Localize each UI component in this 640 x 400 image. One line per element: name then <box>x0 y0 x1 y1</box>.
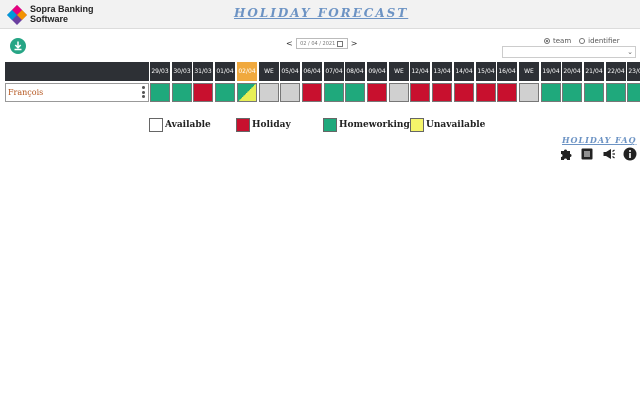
day-header: 19/04 <box>541 62 561 81</box>
sopra-logo-icon <box>7 5 27 25</box>
day-cell-holiday[interactable] <box>367 83 387 102</box>
day-header: WE <box>519 62 539 81</box>
day-cell-homeworking[interactable] <box>584 83 604 102</box>
day-cell-holiday[interactable] <box>432 83 452 102</box>
date-input[interactable]: 02 / 04 / 2021 <box>295 38 348 49</box>
more-options-icon[interactable] <box>142 86 145 100</box>
day-cell-homeworking[interactable] <box>324 83 344 102</box>
day-header: 30/03 <box>172 62 192 81</box>
day-header: WE <box>389 62 409 81</box>
legend-swatch <box>323 118 337 132</box>
next-week-button[interactable]: > <box>351 39 358 48</box>
employee-name: François <box>8 88 44 97</box>
info-icon[interactable] <box>623 147 637 161</box>
day-cell-homeworking[interactable] <box>541 83 561 102</box>
prev-week-button[interactable]: < <box>286 39 293 48</box>
day-header: 20/04 <box>562 62 582 81</box>
day-cell-weekend[interactable] <box>259 83 279 102</box>
day-header: 21/04 <box>584 62 604 81</box>
day-header: 15/04 <box>476 62 496 81</box>
day-cell-holiday[interactable] <box>476 83 496 102</box>
day-header: 14/04 <box>454 62 474 81</box>
day-header: 23/04 <box>627 62 640 81</box>
date-navigator: < 02 / 04 / 2021 > <box>286 38 357 49</box>
day-cell-holiday[interactable] <box>410 83 430 102</box>
app-title[interactable]: HOLIDAY FORECAST <box>234 6 408 20</box>
day-header: 02/04 <box>237 62 257 81</box>
chevron-down-icon: ⌄ <box>627 48 633 56</box>
day-cell-homeworking[interactable] <box>627 83 640 102</box>
day-header: 07/04 <box>324 62 344 81</box>
radio-identifier[interactable] <box>579 38 586 44</box>
day-cell-holiday[interactable] <box>497 83 517 102</box>
radio-team[interactable] <box>544 38 550 44</box>
legend-swatch <box>149 118 163 132</box>
day-header: WE <box>259 62 279 81</box>
day-cell-homeworking[interactable] <box>150 83 170 102</box>
day-header: 08/04 <box>345 62 365 81</box>
day-header: 09/04 <box>367 62 387 81</box>
radio-team-label: team <box>553 37 572 45</box>
brand-name: Sopra Banking Software <box>30 4 94 24</box>
day-header: 01/04 <box>215 62 235 81</box>
day-cell-homeworking[interactable] <box>606 83 626 102</box>
day-cell-weekend[interactable] <box>519 83 539 102</box>
legend-swatch <box>236 118 250 132</box>
list-icon[interactable] <box>580 147 594 161</box>
radio-identifier-label: identifier <box>588 37 620 45</box>
day-cell-holiday[interactable] <box>193 83 213 102</box>
brand-line-2: Software <box>30 14 69 24</box>
legend-label: Holiday <box>252 120 291 130</box>
legend-swatch <box>410 118 424 132</box>
employee-name-cell[interactable]: François <box>5 83 149 102</box>
download-button[interactable] <box>10 38 26 54</box>
legend-label: Unavailable <box>426 120 486 130</box>
legend-homeworking: Homeworking <box>323 118 410 132</box>
day-header: 29/03 <box>150 62 170 81</box>
calendar-icon <box>337 40 344 47</box>
date-value: 02 / 04 / 2021 <box>300 40 336 47</box>
legend-label: Homeworking <box>339 120 410 130</box>
top-bar: Sopra Banking Software HOLIDAY FORECAST <box>0 0 640 29</box>
day-cell-homeworking[interactable] <box>215 83 235 102</box>
day-cell-split[interactable] <box>237 83 257 102</box>
day-cell-holiday[interactable] <box>454 83 474 102</box>
day-header: 05/04 <box>280 62 300 81</box>
legend-available: Available <box>149 118 211 132</box>
download-icon <box>14 41 22 51</box>
day-cell-holiday[interactable] <box>302 83 322 102</box>
legend-label: Available <box>165 120 211 130</box>
day-cell-weekend[interactable] <box>389 83 409 102</box>
legend-holiday: Holiday <box>236 118 291 132</box>
day-header: 06/04 <box>302 62 322 81</box>
day-header: 16/04 <box>497 62 517 81</box>
day-header: 31/03 <box>193 62 213 81</box>
day-header: 12/04 <box>410 62 430 81</box>
brand-line-1: Sopra Banking <box>30 4 94 14</box>
name-column-header <box>5 62 149 81</box>
megaphone-icon[interactable] <box>602 147 616 161</box>
filter-radio-group: team identifier <box>544 37 620 45</box>
day-header: 13/04 <box>432 62 452 81</box>
day-cell-homeworking[interactable] <box>345 83 365 102</box>
day-cell-weekend[interactable] <box>280 83 300 102</box>
day-header: 22/04 <box>606 62 626 81</box>
puzzle-icon[interactable] <box>559 147 573 161</box>
team-select[interactable]: ⌄ <box>502 46 636 58</box>
faq-link[interactable]: HOLIDAY FAQ <box>562 135 637 145</box>
legend-unavailable: Unavailable <box>410 118 485 132</box>
day-cell-homeworking[interactable] <box>562 83 582 102</box>
day-cell-homeworking[interactable] <box>172 83 192 102</box>
